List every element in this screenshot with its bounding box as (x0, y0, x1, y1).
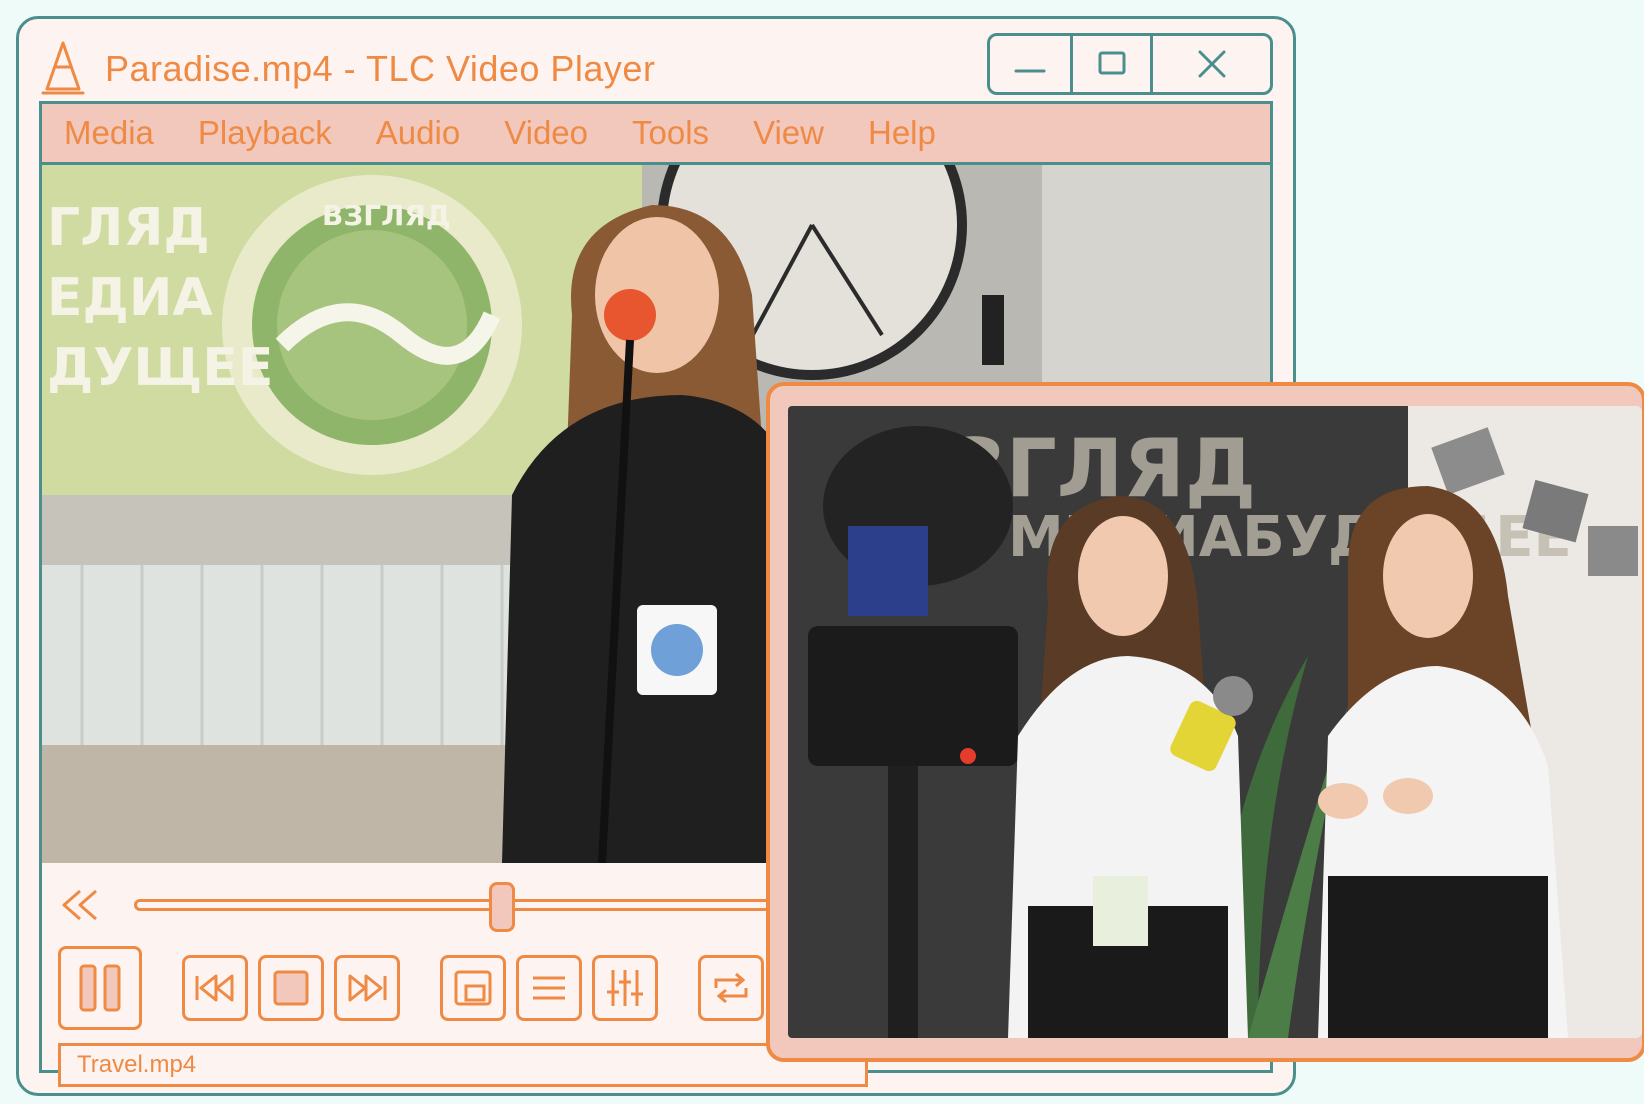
playlist-item-label: Travel.mp4 (77, 1051, 197, 1078)
menu-tools[interactable]: Tools (632, 114, 709, 152)
screen-text-line1: ГЛЯД (47, 198, 210, 258)
seek-thumb[interactable] (489, 882, 515, 932)
rewind-button[interactable] (58, 885, 104, 925)
maximize-button[interactable] (1070, 36, 1150, 92)
equalizer-icon (607, 970, 643, 1006)
screen-text-line3: ДУЩЕЕ (47, 338, 273, 398)
aspect-ratio-button[interactable] (440, 955, 506, 1021)
stop-icon (273, 970, 309, 1006)
aspect-icon (454, 970, 492, 1006)
playlist-icon (533, 976, 565, 1000)
minimize-button[interactable] (990, 36, 1070, 92)
rewind-icon (62, 889, 97, 921)
playback-buttons (58, 943, 774, 1033)
title-bar: Paradise.mp4 - TLC Video Player (39, 29, 1273, 109)
menu-video[interactable]: Video (504, 114, 588, 152)
stop-button[interactable] (258, 955, 324, 1021)
playlist-button[interactable] (516, 955, 582, 1021)
screen-logo-text: ВЗГЛЯД (322, 199, 451, 232)
menu-bar: Media Playback Audio Video Tools View He… (39, 101, 1273, 165)
menu-audio[interactable]: Audio (376, 114, 460, 152)
desktop-canvas: Paradise.mp4 - TLC Video Player Media Pl… (0, 0, 1644, 1104)
window-controls (987, 33, 1273, 95)
pause-icon (79, 964, 121, 1012)
close-button[interactable] (1150, 36, 1270, 92)
previous-button[interactable] (182, 955, 248, 1021)
skip-back-icon (195, 974, 234, 1002)
loop-icon (714, 972, 748, 1004)
equalizer-button[interactable] (592, 955, 658, 1021)
menu-help[interactable]: Help (868, 114, 936, 152)
window-title: Paradise.mp4 - TLC Video Player (105, 48, 656, 89)
skip-forward-icon (348, 974, 387, 1002)
menu-media[interactable]: Media (64, 114, 154, 152)
photo-overlay-image: ВЗГЛЯД МЕДИАБУДУЩЕЕ (788, 406, 1642, 1038)
loop-button[interactable] (698, 955, 764, 1021)
screen-text-line2: ЕДИА (47, 268, 213, 328)
pause-button[interactable] (58, 946, 142, 1030)
maximize-icon (1098, 51, 1125, 75)
playlist-current-item[interactable]: Travel.mp4 (58, 1043, 868, 1087)
close-icon (1198, 50, 1225, 78)
traffic-cone-icon (41, 41, 85, 95)
photo-overlay-frame: ВЗГЛЯД МЕДИАБУДУЩЕЕ (766, 382, 1644, 1062)
interview-photo: ВЗГЛЯД МЕДИАБУДУЩЕЕ (788, 406, 1642, 1038)
next-button[interactable] (334, 955, 400, 1021)
minimize-icon (1014, 69, 1046, 73)
menu-playback[interactable]: Playback (198, 114, 332, 152)
menu-view[interactable]: View (753, 114, 824, 152)
